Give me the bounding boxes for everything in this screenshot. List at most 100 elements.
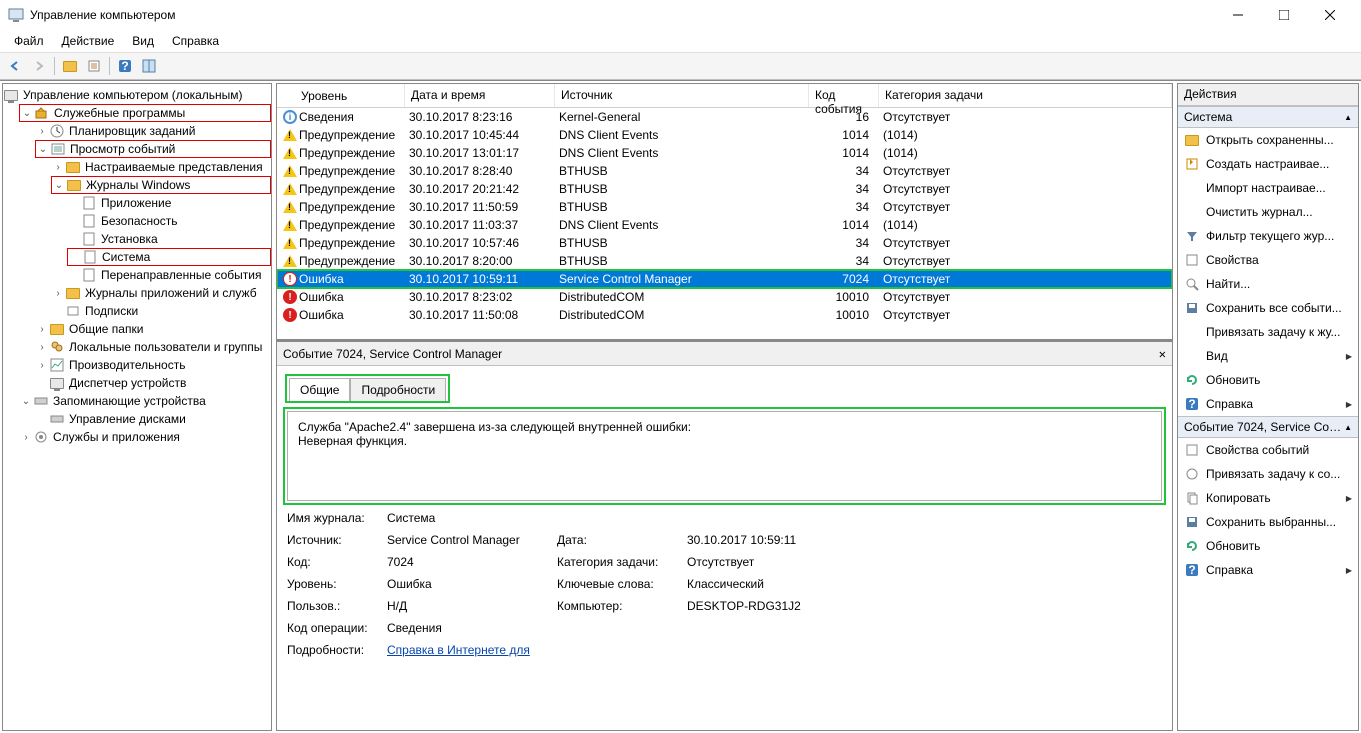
maximize-button[interactable] bbox=[1261, 0, 1307, 30]
menu-help[interactable]: Справка bbox=[164, 32, 227, 50]
tree-event-viewer[interactable]: ⌄Просмотр событий bbox=[35, 140, 271, 158]
chevron-down-icon[interactable]: ⌄ bbox=[20, 108, 34, 119]
detail-tabs: Общие Подробности bbox=[287, 376, 448, 401]
error-icon: ! bbox=[281, 290, 299, 304]
action-help-event[interactable]: ?Справка▶ bbox=[1178, 558, 1358, 582]
col-category[interactable]: Категория задачи bbox=[879, 84, 1172, 107]
action-event-properties[interactable]: Свойства событий bbox=[1178, 438, 1358, 462]
chevron-down-icon[interactable]: ⌄ bbox=[19, 396, 33, 407]
action-attach-task-event[interactable]: Привязать задачу к со... bbox=[1178, 462, 1358, 486]
tree-local-users[interactable]: ›Локальные пользователи и группы bbox=[35, 338, 271, 356]
tree-windows-logs[interactable]: ⌄Журналы Windows bbox=[51, 176, 271, 194]
tree-log-setup[interactable]: Установка bbox=[67, 230, 271, 248]
action-copy[interactable]: Копировать▶ bbox=[1178, 486, 1358, 510]
window-title: Управление компьютером bbox=[30, 8, 1215, 22]
tree-scheduler[interactable]: ›Планировщик заданий bbox=[35, 122, 271, 140]
chevron-down-icon[interactable]: ⌄ bbox=[52, 180, 66, 191]
tab-details[interactable]: Подробности bbox=[350, 378, 446, 401]
action-import-custom[interactable]: Импорт настраивае... bbox=[1178, 176, 1358, 200]
action-clear-log[interactable]: Очистить журнал... bbox=[1178, 200, 1358, 224]
back-button[interactable] bbox=[4, 55, 26, 77]
tab-general[interactable]: Общие bbox=[289, 378, 350, 401]
menu-action[interactable]: Действие bbox=[54, 32, 123, 50]
collapse-icon: ▲ bbox=[1344, 113, 1352, 122]
table-row[interactable]: Предупреждение30.10.2017 10:45:44DNS Cli… bbox=[277, 126, 1172, 144]
actions-header: Действия bbox=[1178, 84, 1358, 106]
action-create-custom[interactable]: Создать настраивае... bbox=[1178, 152, 1358, 176]
table-row[interactable]: Предупреждение30.10.2017 20:21:42BTHUSB3… bbox=[277, 180, 1172, 198]
action-filter[interactable]: Фильтр текущего жур... bbox=[1178, 224, 1358, 248]
tree-log-forwarded[interactable]: Перенаправленные события bbox=[67, 266, 271, 284]
warning-icon bbox=[281, 237, 299, 249]
table-row[interactable]: Предупреждение30.10.2017 11:50:59BTHUSB3… bbox=[277, 198, 1172, 216]
tree-subscriptions[interactable]: Подписки bbox=[51, 302, 271, 320]
col-source[interactable]: Источник bbox=[555, 84, 809, 107]
properties-button[interactable] bbox=[83, 55, 105, 77]
warning-icon bbox=[281, 129, 299, 141]
table-row[interactable]: Предупреждение30.10.2017 11:03:37DNS Cli… bbox=[277, 216, 1172, 234]
svg-text:?: ? bbox=[121, 59, 128, 73]
warning-icon bbox=[281, 219, 299, 231]
action-find[interactable]: Найти... bbox=[1178, 272, 1358, 296]
action-help[interactable]: ?Справка▶ bbox=[1178, 392, 1358, 416]
tree-storage[interactable]: ⌄Запоминающие устройства bbox=[19, 392, 271, 410]
tree-log-security[interactable]: Безопасность bbox=[67, 212, 271, 230]
submenu-arrow-icon: ▶ bbox=[1346, 566, 1352, 575]
actions-section-event[interactable]: Событие 7024, Service Con...▲ bbox=[1178, 416, 1358, 438]
tree-performance[interactable]: ›Производительность bbox=[35, 356, 271, 374]
detail-message: Служба "Apache2.4" завершена из-за следу… bbox=[287, 411, 1162, 501]
online-help-link[interactable]: Справка в Интернете для bbox=[387, 643, 530, 657]
col-level[interactable]: Уровень bbox=[277, 84, 405, 107]
svg-text:?: ? bbox=[1188, 397, 1195, 411]
tree-device-manager[interactable]: Диспетчер устройств bbox=[35, 374, 271, 392]
forward-button[interactable] bbox=[28, 55, 50, 77]
warning-icon bbox=[281, 147, 299, 159]
tree-log-system[interactable]: Система bbox=[67, 248, 271, 266]
tree-root[interactable]: Управление компьютером (локальным) bbox=[3, 86, 271, 104]
table-row[interactable]: Предупреждение30.10.2017 8:28:40BTHUSB34… bbox=[277, 162, 1172, 180]
table-row[interactable]: !Ошибка30.10.2017 11:50:08DistributedCOM… bbox=[277, 306, 1172, 324]
detail-titlebar: Событие 7024, Service Control Manager ✕ bbox=[277, 342, 1172, 366]
event-list: Уровень Дата и время Источник Код событи… bbox=[277, 84, 1172, 342]
tree-custom-views[interactable]: ›Настраиваемые представления bbox=[51, 158, 271, 176]
table-row[interactable]: iСведения30.10.2017 8:23:16Kernel-Genera… bbox=[277, 108, 1172, 126]
tree-shared-folders[interactable]: ›Общие папки bbox=[35, 320, 271, 338]
tree-pane: Управление компьютером (локальным) ⌄ Слу… bbox=[2, 83, 272, 731]
table-row[interactable]: !Ошибка30.10.2017 10:59:11Service Contro… bbox=[277, 270, 1172, 288]
submenu-arrow-icon: ▶ bbox=[1346, 352, 1352, 361]
action-save-all[interactable]: Сохранить все событи... bbox=[1178, 296, 1358, 320]
close-button[interactable] bbox=[1307, 0, 1353, 30]
tree-log-application[interactable]: Приложение bbox=[67, 194, 271, 212]
menu-file[interactable]: Файл bbox=[6, 32, 52, 50]
error-icon: ! bbox=[281, 308, 299, 322]
table-row[interactable]: !Ошибка30.10.2017 8:23:02DistributedCOM1… bbox=[277, 288, 1172, 306]
svg-text:?: ? bbox=[1188, 563, 1195, 577]
col-eventid[interactable]: Код события bbox=[809, 84, 879, 107]
chevron-down-icon[interactable]: ⌄ bbox=[36, 144, 50, 155]
table-row[interactable]: Предупреждение30.10.2017 8:20:00BTHUSB34… bbox=[277, 252, 1172, 270]
table-row[interactable]: Предупреждение30.10.2017 13:01:17DNS Cli… bbox=[277, 144, 1172, 162]
menu-view[interactable]: Вид bbox=[124, 32, 162, 50]
table-row[interactable]: Предупреждение30.10.2017 10:57:46BTHUSB3… bbox=[277, 234, 1172, 252]
col-date[interactable]: Дата и время bbox=[405, 84, 555, 107]
view-button[interactable] bbox=[138, 55, 160, 77]
list-body[interactable]: iСведения30.10.2017 8:23:16Kernel-Genera… bbox=[277, 108, 1172, 342]
action-refresh-event[interactable]: Обновить bbox=[1178, 534, 1358, 558]
action-properties[interactable]: Свойства bbox=[1178, 248, 1358, 272]
collapse-icon: ▲ bbox=[1344, 423, 1352, 432]
tree-services-apps[interactable]: ›Службы и приложения bbox=[19, 428, 271, 446]
action-view[interactable]: Вид▶ bbox=[1178, 344, 1358, 368]
tree-utilities[interactable]: ⌄ Служебные программы bbox=[19, 104, 271, 122]
error-icon: ! bbox=[281, 272, 299, 286]
explore-button[interactable] bbox=[59, 55, 81, 77]
action-attach-task[interactable]: Привязать задачу к жу... bbox=[1178, 320, 1358, 344]
actions-section-system[interactable]: Система▲ bbox=[1178, 106, 1358, 128]
action-refresh[interactable]: Обновить bbox=[1178, 368, 1358, 392]
help-button[interactable]: ? bbox=[114, 55, 136, 77]
detail-close-button[interactable]: ✕ bbox=[1159, 347, 1166, 361]
minimize-button[interactable] bbox=[1215, 0, 1261, 30]
action-open-saved[interactable]: Открыть сохраненны... bbox=[1178, 128, 1358, 152]
tree-app-logs[interactable]: ›Журналы приложений и служб bbox=[51, 284, 271, 302]
tree-disk-management[interactable]: Управление дисками bbox=[35, 410, 271, 428]
action-save-selected[interactable]: Сохранить выбранны... bbox=[1178, 510, 1358, 534]
